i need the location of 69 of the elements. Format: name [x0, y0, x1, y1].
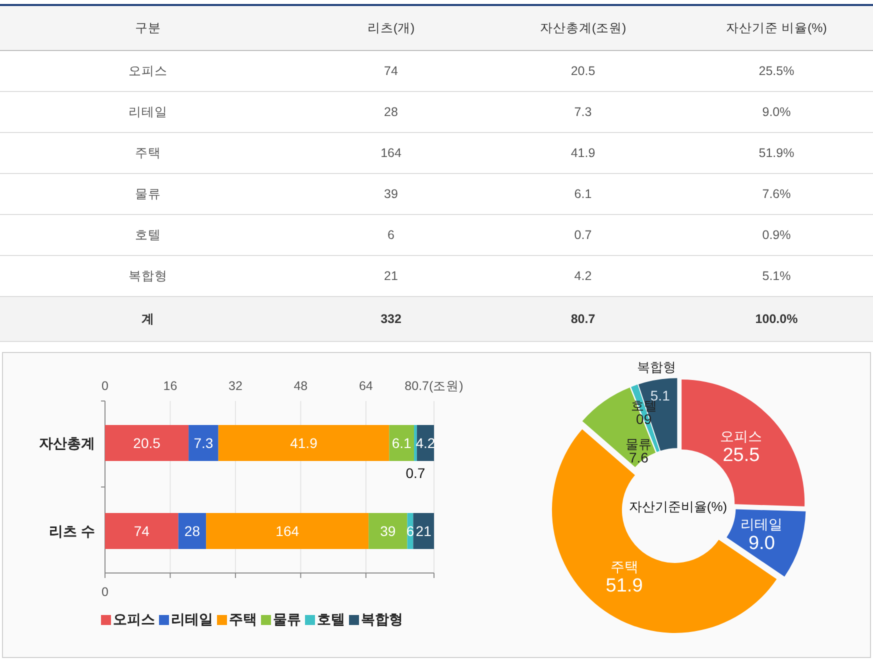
total-cell-text: 100.0%	[754, 312, 799, 326]
data-label: 41.9	[290, 435, 318, 451]
table-cell-text: 오피스	[128, 62, 168, 80]
table-cell-text: 복합형	[128, 268, 168, 284]
slice-value: 25.5	[722, 444, 760, 466]
table-cell-text: 21	[383, 269, 399, 283]
axis-tick-label: 64	[358, 379, 373, 393]
data-label: 20.5	[133, 435, 160, 451]
table-cell-text: 주택	[134, 144, 162, 162]
axis-tick-label: 0	[102, 379, 108, 393]
data-label: 74	[134, 523, 150, 539]
table-cell-text: 7.6%	[761, 187, 792, 201]
column-header: 자산기준 비율(%)	[725, 20, 828, 36]
table-cell-text: 20.5	[570, 64, 596, 78]
slice-label: 물류	[626, 436, 652, 452]
table-cell-text: 41.9	[570, 146, 596, 160]
data-label: 28	[184, 523, 200, 539]
column-header: 구분	[134, 20, 162, 36]
total-cell-text: 80.7	[570, 312, 596, 326]
data-label: 7.3	[194, 435, 214, 451]
table-cell-text: 6	[386, 228, 396, 242]
table-cell-text: 25.5%	[758, 64, 796, 78]
category-label: 자산총계	[39, 435, 95, 451]
table-cell-text: 164	[380, 146, 402, 160]
category-label: 리츠 수	[49, 523, 95, 539]
legend-label: 주택	[229, 611, 257, 629]
slice-value: 09	[636, 411, 652, 428]
data-label: 21	[416, 523, 432, 539]
data-label: 6.1	[392, 435, 412, 451]
column-header: 자산총계(조원)	[538, 20, 628, 36]
data-label: 6	[406, 523, 414, 539]
chart-title: 자산기준비율(%)	[628, 499, 728, 514]
table-cell-text: 호텔	[134, 226, 162, 244]
table-cell-text: 6.1	[573, 187, 593, 201]
slice-label: 오피스	[720, 428, 762, 444]
table-cell-text: 물류	[134, 186, 162, 202]
legend-label: 물류	[273, 611, 301, 629]
table-cell-text: 4.2	[573, 269, 593, 283]
slice-label: 복합형	[637, 360, 676, 375]
slice-label: 리테일	[740, 516, 783, 532]
axis-tick-label: 16	[163, 379, 178, 393]
legend-label: 호텔	[317, 611, 345, 629]
column-header: 리츠(개)	[366, 20, 416, 36]
axis-tick-label: 48	[294, 379, 308, 393]
data-label: 39	[380, 523, 396, 539]
table-cell-text: 51.9%	[758, 146, 796, 160]
table-cell-text: 7.3	[573, 105, 593, 119]
axis-label: 0	[102, 585, 108, 599]
slice-value: 51.9	[606, 576, 643, 597]
total-cell-text: 332	[380, 312, 402, 326]
table-cell-text: 0.9%	[761, 228, 792, 242]
table-cell-text: 0.7	[573, 228, 593, 242]
table-cell-text: 9.0%	[761, 105, 792, 119]
total-cell-text: 계	[140, 310, 156, 328]
table-cell-text: 74	[383, 64, 399, 78]
axis-tick-label: 80.7(조원)	[404, 379, 464, 393]
table-cell-text: 리테일	[128, 104, 168, 120]
table-cell-text: 28	[383, 105, 399, 119]
slice-label: 주택	[610, 558, 638, 575]
table-cell-text: 5.1%	[761, 269, 792, 283]
axis-tick-label: 32	[228, 379, 242, 393]
legend-label: 리테일	[171, 611, 213, 629]
table-cell-text: 39	[383, 187, 399, 201]
legend-label: 오피스	[113, 611, 155, 629]
data-label: 164	[276, 523, 300, 539]
slice-value: 7.6	[629, 450, 648, 466]
data-label: 0.7	[406, 465, 426, 481]
legend-label: 복합형	[361, 611, 403, 629]
slice-value: 9.0	[748, 533, 775, 554]
